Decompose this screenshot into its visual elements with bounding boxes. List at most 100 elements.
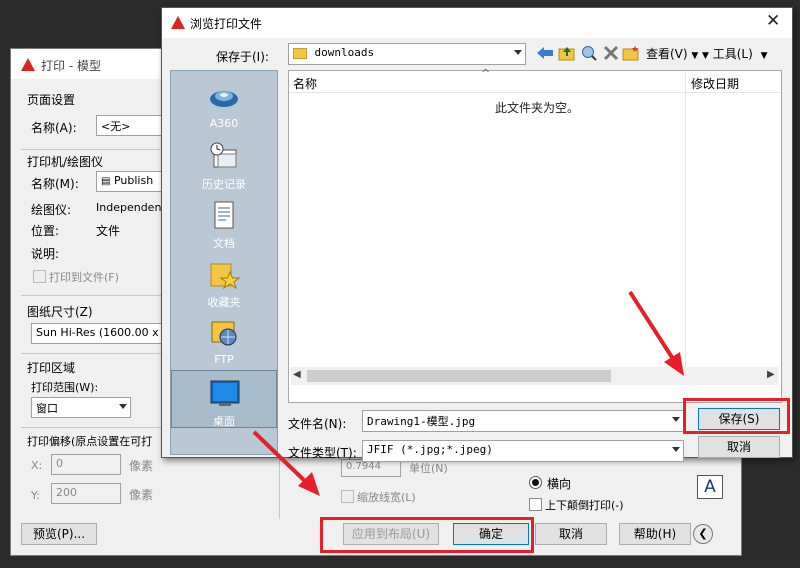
print-to-file-checkbox[interactable] xyxy=(33,270,46,283)
place-a360[interactable]: A360 xyxy=(171,75,277,133)
plotter-label: 绘图仪: xyxy=(31,203,72,217)
column-name-label: 名称 xyxy=(293,77,318,91)
page-setup-name-label: 名称(A): xyxy=(31,121,77,135)
place-documents[interactable]: 文档 xyxy=(171,193,277,251)
scale-lineweights-label: 缩放线宽(L) xyxy=(357,491,416,504)
printer-name-value: Publish xyxy=(113,174,154,187)
browse-dialog-title: 浏览打印文件 xyxy=(190,17,263,31)
new-folder-icon[interactable] xyxy=(622,45,640,61)
browse-titlebar: 浏览打印文件 ✕ xyxy=(162,8,792,38)
landscape-radio[interactable] xyxy=(529,476,542,489)
description-label: 说明: xyxy=(31,247,60,261)
save-in-value: downloads xyxy=(314,46,375,59)
browse-cancel-button[interactable]: 取消 xyxy=(698,436,780,458)
save-in-combo[interactable]: downloads xyxy=(288,43,526,65)
column-modified-label: 修改日期 xyxy=(691,77,740,91)
filetype-combo[interactable]: JFIF (*.jpg;*.jpeg) xyxy=(362,440,684,462)
back-arrow-icon[interactable] xyxy=(536,45,554,61)
scale-units-value: 0.7944 xyxy=(346,461,381,472)
save-in-label: 保存于(I): xyxy=(216,50,269,64)
chevron-down-icon xyxy=(514,50,522,55)
history-icon xyxy=(210,142,237,168)
place-desktop[interactable]: 桌面 xyxy=(171,370,277,428)
place-label: 历史记录 xyxy=(202,178,246,191)
print-dialog-title: 打印 - 模型 xyxy=(41,59,101,73)
empty-folder-text: 此文件夹为空。 xyxy=(495,101,580,115)
column-divider xyxy=(685,71,686,367)
chevron-down-icon: ▼ xyxy=(702,51,709,61)
paper-size-value: Sun Hi-Res (1600.00 x xyxy=(36,326,159,339)
place-favorites[interactable]: 收藏夹 xyxy=(171,252,277,310)
location-value: 文件 xyxy=(96,224,121,238)
printer-icon: ▤ xyxy=(101,176,111,187)
close-icon[interactable]: ✕ xyxy=(766,11,780,31)
preview-button[interactable]: 预览(P)... xyxy=(21,523,97,545)
page-setup-name-combo[interactable]: <无> xyxy=(96,115,166,136)
plot-range-value: 窗口 xyxy=(36,402,58,415)
chevron-down-icon xyxy=(672,417,680,422)
place-label: A360 xyxy=(209,117,239,130)
cloud-icon xyxy=(210,91,238,107)
print-cancel-button[interactable]: 取消 xyxy=(535,523,607,545)
offset-x-value: 0 xyxy=(56,457,63,470)
highlight-ok-box xyxy=(320,517,534,553)
filename-input[interactable]: Drawing1-模型.jpg xyxy=(362,410,684,432)
scroll-right-icon[interactable]: ▶ xyxy=(767,369,775,380)
paper-size-group-title: 图纸尺寸(Z) xyxy=(27,305,93,319)
page-setup-name-value: <无> xyxy=(101,120,131,133)
upside-down-checkbox[interactable] xyxy=(529,498,542,511)
tools-menu-label: 工具(L) xyxy=(712,47,753,61)
scrollbar-thumb[interactable] xyxy=(307,370,611,382)
ftp-icon xyxy=(211,321,237,346)
folder-icon xyxy=(293,47,307,59)
search-web-icon[interactable] xyxy=(580,45,598,61)
offset-y-input[interactable]: 200 xyxy=(51,483,121,504)
print-cancel-label: 取消 xyxy=(558,527,583,541)
help-button-label: 帮助(H) xyxy=(633,527,677,541)
landscape-label: 横向 xyxy=(547,477,572,491)
horizontal-scrollbar[interactable]: ◀ ▶ xyxy=(291,367,779,385)
browse-cancel-label: 取消 xyxy=(726,440,751,454)
print-to-file-label: 打印到文件(F) xyxy=(49,271,119,284)
place-label: 桌面 xyxy=(213,415,235,428)
tools-menu[interactable]: ▼ 工具(L) ▼ xyxy=(702,45,768,62)
place-ftp[interactable]: FTP xyxy=(171,311,277,369)
document-icon xyxy=(214,201,234,229)
plot-range-label: 打印范围(W): xyxy=(31,381,99,394)
file-list[interactable]: 名称 ^ 修改日期 此文件夹为空。 ◀ ▶ xyxy=(288,67,782,403)
places-bar: A360 历史记录 文档 收藏夹 FTP 桌面 xyxy=(170,70,278,455)
chevron-left-icon: ❮ xyxy=(698,527,708,540)
offset-x-input[interactable]: 0 xyxy=(51,454,121,475)
desktop-icon xyxy=(210,380,240,406)
help-button[interactable]: 帮助(H) xyxy=(619,523,691,545)
scale-lineweights-checkbox[interactable] xyxy=(341,490,354,503)
printer-group-title: 打印机/绘图仪 xyxy=(27,155,104,169)
offset-y-unit: 像素 xyxy=(129,488,154,502)
filetype-label: 文件类型(T): xyxy=(288,446,357,460)
upside-down-label: 上下颠倒打印(-) xyxy=(545,499,624,512)
offset-x-unit: 像素 xyxy=(129,459,154,473)
printer-name-combo[interactable]: ▤ Publish xyxy=(96,171,166,192)
plotter-value: Independent xyxy=(96,201,166,214)
plot-range-combo[interactable]: 窗口 xyxy=(31,397,131,418)
column-header-modified[interactable]: 修改日期 xyxy=(686,71,781,93)
favorites-icon xyxy=(210,263,240,290)
page-setup-group-title: 页面设置 xyxy=(27,93,76,107)
highlight-save-box xyxy=(683,398,790,434)
up-folder-icon[interactable] xyxy=(558,45,576,61)
view-menu[interactable]: 查看(V) ▼ xyxy=(646,45,698,62)
place-history[interactable]: 历史记录 xyxy=(171,134,277,192)
paper-size-combo[interactable]: Sun Hi-Res (1600.00 x xyxy=(31,323,166,344)
orientation-preview-icon: A xyxy=(697,475,723,499)
sort-up-icon: ^ xyxy=(481,67,491,80)
divider xyxy=(21,427,166,428)
plot-offset-group-title: 打印偏移(原点设置在可打 xyxy=(27,435,153,448)
delete-icon[interactable] xyxy=(602,45,620,61)
browse-dialog: 浏览打印文件 ✕ 保存于(I): downloads 查看(V) ▼ ▼ 工具(… xyxy=(161,7,793,462)
collapse-options-button[interactable]: ❮ xyxy=(693,524,713,544)
divider xyxy=(21,149,166,150)
offset-y-label: Y: xyxy=(31,489,40,502)
column-header-name[interactable]: 名称 ^ xyxy=(289,67,685,93)
scroll-left-icon[interactable]: ◀ xyxy=(293,369,301,380)
scale-unit-label: 单位(N) xyxy=(409,462,448,475)
